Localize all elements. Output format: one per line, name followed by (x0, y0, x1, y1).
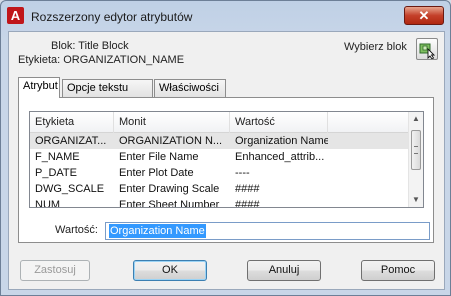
ok-button[interactable]: OK (133, 260, 207, 281)
select-block-button[interactable] (416, 38, 438, 60)
title-bar[interactable]: A Rozszerzony edytor atrybutów ✕ (1, 1, 450, 31)
attribute-list-header: Etykieta Monit Wartość (30, 112, 410, 133)
attribute-list[interactable]: Etykieta Monit Wartość ORGANIZAT... ORGA… (29, 111, 424, 208)
row-prompt: Enter Sheet Number (119, 199, 220, 208)
row-tag: P_DATE (35, 167, 77, 179)
value-input[interactable]: Organization Name (105, 222, 430, 240)
column-header-tag[interactable]: Etykieta (30, 112, 114, 133)
row-tag: F_NAME (35, 151, 80, 163)
scroll-up-icon[interactable]: ▲ (409, 112, 423, 126)
table-row[interactable]: F_NAME Enter File Name Enhanced_attrib..… (30, 149, 410, 165)
row-prompt: ORGANIZATION N... (119, 135, 223, 147)
help-button[interactable]: Pomoc (361, 260, 435, 281)
row-prompt: Enter Drawing Scale (119, 183, 220, 195)
cancel-button[interactable]: Anuluj (247, 260, 321, 281)
tab-text-options[interactable]: Opcje tekstu (62, 79, 153, 97)
value-input-text: Organization Name (109, 224, 206, 238)
row-value: Organization Name (235, 135, 328, 147)
table-row[interactable]: NUM Enter Sheet Number #### (30, 197, 410, 208)
vertical-scrollbar[interactable]: ▲ ▼ (408, 112, 423, 207)
value-field-label: Wartość: (55, 224, 98, 236)
select-block-label: Wybierz blok (344, 41, 407, 53)
apply-button[interactable]: Zastosuj (20, 260, 90, 281)
dialog-client: Blok: Title Block Etykieta: ORGANIZATION… (8, 31, 445, 290)
close-button[interactable]: ✕ (404, 6, 444, 25)
table-row[interactable]: ORGANIZAT... ORGANIZATION N... Organizat… (30, 133, 410, 149)
row-value: ---- (235, 167, 250, 179)
row-prompt: Enter File Name (119, 151, 199, 163)
column-header-prompt[interactable]: Monit (114, 112, 230, 133)
table-row[interactable]: DWG_SCALE Enter Drawing Scale #### (30, 181, 410, 197)
tag-name-label: Etykieta: ORGANIZATION_NAME (18, 54, 185, 66)
block-name-label: Blok: Title Block (51, 40, 129, 52)
column-header-value[interactable]: Wartość (230, 112, 328, 133)
dialog-window: A Rozszerzony edytor atrybutów ✕ Blok: T… (0, 0, 451, 296)
tab-attribute[interactable]: Atrybut (18, 77, 60, 98)
column-header-empty (328, 112, 410, 133)
row-prompt: Enter Plot Date (119, 167, 194, 179)
scrollbar-thumb[interactable] (411, 130, 421, 170)
row-tag: NUM (35, 199, 61, 208)
row-value: #### (235, 199, 260, 208)
window-title: Rozszerzony edytor atrybutów (31, 10, 193, 24)
table-row[interactable]: P_DATE Enter Plot Date ---- (30, 165, 410, 181)
row-tag: DWG_SCALE (35, 183, 105, 195)
row-tag: ORGANIZAT... (35, 135, 107, 147)
scroll-down-icon[interactable]: ▼ (409, 193, 423, 207)
tab-properties[interactable]: Właściwości (154, 79, 226, 97)
row-value: Enhanced_attrib... (235, 151, 325, 163)
autocad-logo-icon: A (7, 7, 24, 24)
select-block-icon (419, 43, 436, 59)
attribute-tab-panel: Etykieta Monit Wartość ORGANIZAT... ORGA… (18, 97, 434, 243)
row-value: #### (235, 183, 260, 195)
attribute-rows: ORGANIZAT... ORGANIZATION N... Organizat… (30, 133, 410, 208)
